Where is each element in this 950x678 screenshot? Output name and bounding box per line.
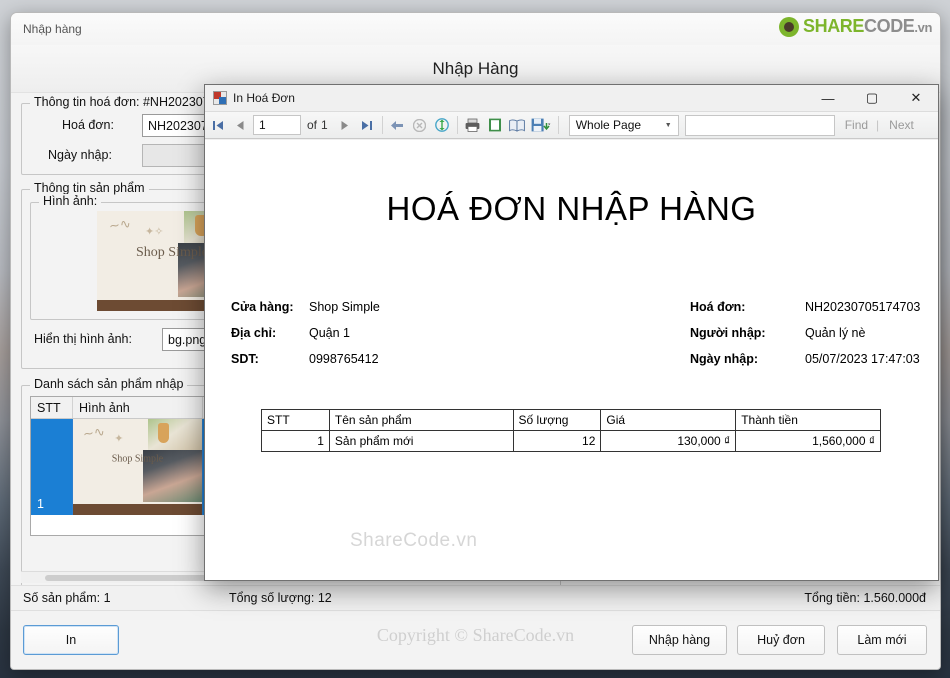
- invoice-col-price: Giá: [600, 409, 737, 431]
- status-product-count: Số sản phẩm: 1: [23, 591, 111, 605]
- image-group-label: Hình ảnh:: [39, 194, 102, 208]
- invoice-items-table: STT Tên sản phẩm Số lượng Giá Thành tiền…: [261, 409, 881, 452]
- application-icon: [213, 91, 227, 105]
- thumb-brand-text: Shop Simple: [111, 453, 164, 465]
- grid-cell-stt[interactable]: 1: [31, 419, 73, 515]
- invoice-phone-label: SDT:: [231, 352, 259, 366]
- total-pages-label: 1: [321, 118, 328, 132]
- refresh-icon[interactable]: [431, 113, 453, 137]
- import-goods-button[interactable]: Nhập hàng: [632, 625, 727, 655]
- page-title: Nhập Hàng: [432, 58, 519, 78]
- invoice-col-amount: Thành tiền: [735, 409, 881, 431]
- invoice-col-stt: STT: [261, 409, 330, 431]
- logo-vn-text: .vn: [914, 20, 932, 35]
- logo-code-text: CODE: [864, 16, 915, 36]
- statusbar: Số sản phẩm: 1 Tổng số lượng: 12 Tổng ti…: [11, 585, 940, 611]
- toolbar-link-separator: |: [876, 118, 880, 132]
- copyright-text: Copyright © ShareCode.vn: [376, 625, 575, 645]
- grid-column-image[interactable]: Hình ảnh: [73, 397, 203, 418]
- minimize-icon[interactable]: —: [806, 85, 850, 111]
- chevron-down-icon: ▼: [664, 121, 672, 129]
- next-page-icon[interactable]: [334, 113, 356, 137]
- grid-row-thumbnail: ∼∿ ✦ Shop Simple: [73, 419, 202, 515]
- invoice-address-label: Địa chỉ:: [231, 326, 277, 340]
- image-brand-text: Shop Simple: [136, 245, 208, 260]
- invoice-code-value: NH20230705174703: [805, 300, 921, 314]
- invoice-col-name: Tên sản phẩm: [328, 409, 514, 431]
- invoice-date-label: Ngày nhập:: [690, 352, 759, 366]
- image-sparkle-decoration: ✦✧: [145, 226, 164, 238]
- thumb-photo-topright: [147, 419, 202, 452]
- status-total-money: Tổng tiền: 1.560.000đ: [804, 591, 926, 605]
- product-info-group-label: Thông tin sản phẩm: [30, 181, 149, 195]
- dialog-titlebar: In Hoá Đơn — ▢ ✕: [205, 85, 938, 111]
- invoice-shop-value: Shop Simple: [309, 300, 380, 314]
- invoice-user-label: Người nhập:: [690, 326, 766, 340]
- logo-share-text: SHARE: [802, 16, 864, 36]
- grid-column-stt[interactable]: STT: [31, 397, 73, 418]
- image-display-label: Hiển thị hình ảnh:: [34, 332, 132, 346]
- invoice-cell-qty: 12: [512, 430, 602, 452]
- zoom-select-value: Whole Page: [575, 118, 642, 132]
- invoice-table-header-row: STT Tên sản phẩm Số lượng Giá Thành tiền: [261, 409, 881, 431]
- sharecode-mark-icon: [778, 16, 799, 37]
- bottom-toolbar: Copyright © ShareCode.vn In Nhập hàng Hu…: [11, 611, 940, 669]
- invoice-code-label: Hoá đơn:: [62, 118, 114, 132]
- invoice-user-value: Quản lý nè: [805, 326, 866, 340]
- grid-cell-image[interactable]: ∼∿ ✦ Shop Simple: [73, 419, 203, 515]
- print-icon[interactable]: [462, 113, 484, 137]
- cancel-order-button[interactable]: Huỷ đơn: [737, 625, 825, 655]
- main-window-title: Nhập hàng: [23, 22, 82, 36]
- find-next-button[interactable]: Next: [889, 118, 914, 132]
- invoice-date-value: 05/07/2023 17:47:03: [805, 352, 920, 366]
- invoice-address-value: Quận 1: [309, 326, 351, 340]
- invoice-watermark: ShareCode.vn: [350, 530, 478, 551]
- last-page-icon[interactable]: [356, 113, 378, 137]
- product-list-group-label: Danh sách sản phẩm nhập: [30, 377, 188, 391]
- first-page-icon[interactable]: [207, 113, 229, 137]
- of-label: of: [307, 118, 318, 132]
- export-icon[interactable]: [528, 113, 554, 137]
- print-preview-dialog: In Hoá Đơn — ▢ ✕ 1 of 1 Whole Page ▼ Fin…: [204, 84, 939, 581]
- stop-icon[interactable]: [409, 113, 431, 137]
- zoom-select[interactable]: Whole Page ▼: [568, 114, 679, 136]
- preview-toolbar: 1 of 1 Whole Page ▼ Find | Next: [205, 111, 938, 139]
- prev-page-icon[interactable]: [229, 113, 251, 137]
- maximize-icon[interactable]: ▢: [850, 85, 894, 111]
- print-layout-icon[interactable]: [506, 113, 528, 137]
- thumb-footer-band: [73, 504, 202, 515]
- invoice-cell-name: Sản phẩm mới: [328, 430, 514, 452]
- invoice-page: HOÁ ĐƠN NHẬP HÀNG Cửa hàng: Shop Simple …: [205, 140, 938, 580]
- back-icon[interactable]: [387, 113, 409, 137]
- search-input[interactable]: [684, 114, 835, 136]
- invoice-cell-stt: 1: [261, 430, 330, 452]
- sharecode-logo: SHARECODE.vn: [778, 16, 932, 37]
- invoice-code-label: Hoá đơn:: [690, 300, 746, 314]
- invoice-phone-value: 0998765412: [309, 352, 379, 366]
- dialog-title: In Hoá Đơn: [233, 91, 295, 105]
- invoice-table-row: 1 Sản phẩm mới 12 130,000 ₫ 1,560,000 ₫: [261, 430, 881, 452]
- invoice-cell-amount: 1,560,000 ₫: [735, 430, 881, 452]
- invoice-date-label: Ngày nhập:: [48, 148, 112, 162]
- invoice-col-qty: Số lượng: [512, 409, 602, 431]
- find-button[interactable]: Find: [845, 118, 868, 132]
- page-number-input[interactable]: 1: [253, 115, 301, 135]
- status-total-quantity: Tổng số lượng: 12: [229, 591, 332, 605]
- invoice-cell-price: 130,000 ₫: [600, 430, 737, 452]
- page-setup-icon[interactable]: [484, 113, 506, 137]
- reset-button[interactable]: Làm mới: [837, 625, 927, 655]
- thumb-sparkle-decoration: ✦: [114, 433, 124, 446]
- main-window-titlebar: Nhập hàng SHARECODE.vn: [11, 13, 940, 45]
- close-icon[interactable]: ✕: [894, 85, 938, 111]
- toolbar-separator-3: [557, 116, 559, 134]
- thumb-swirl-decoration: ∼∿: [82, 423, 106, 442]
- print-button[interactable]: In: [23, 625, 119, 655]
- toolbar-separator-1: [381, 116, 383, 134]
- invoice-title: HOÁ ĐƠN NHẬP HÀNG: [386, 190, 757, 227]
- invoice-shop-label: Cửa hàng:: [231, 300, 294, 314]
- toolbar-separator-2: [456, 116, 458, 134]
- image-swirl-decoration: ∼∿: [107, 215, 132, 234]
- sharecode-wordmark: SHARECODE.vn: [803, 16, 932, 37]
